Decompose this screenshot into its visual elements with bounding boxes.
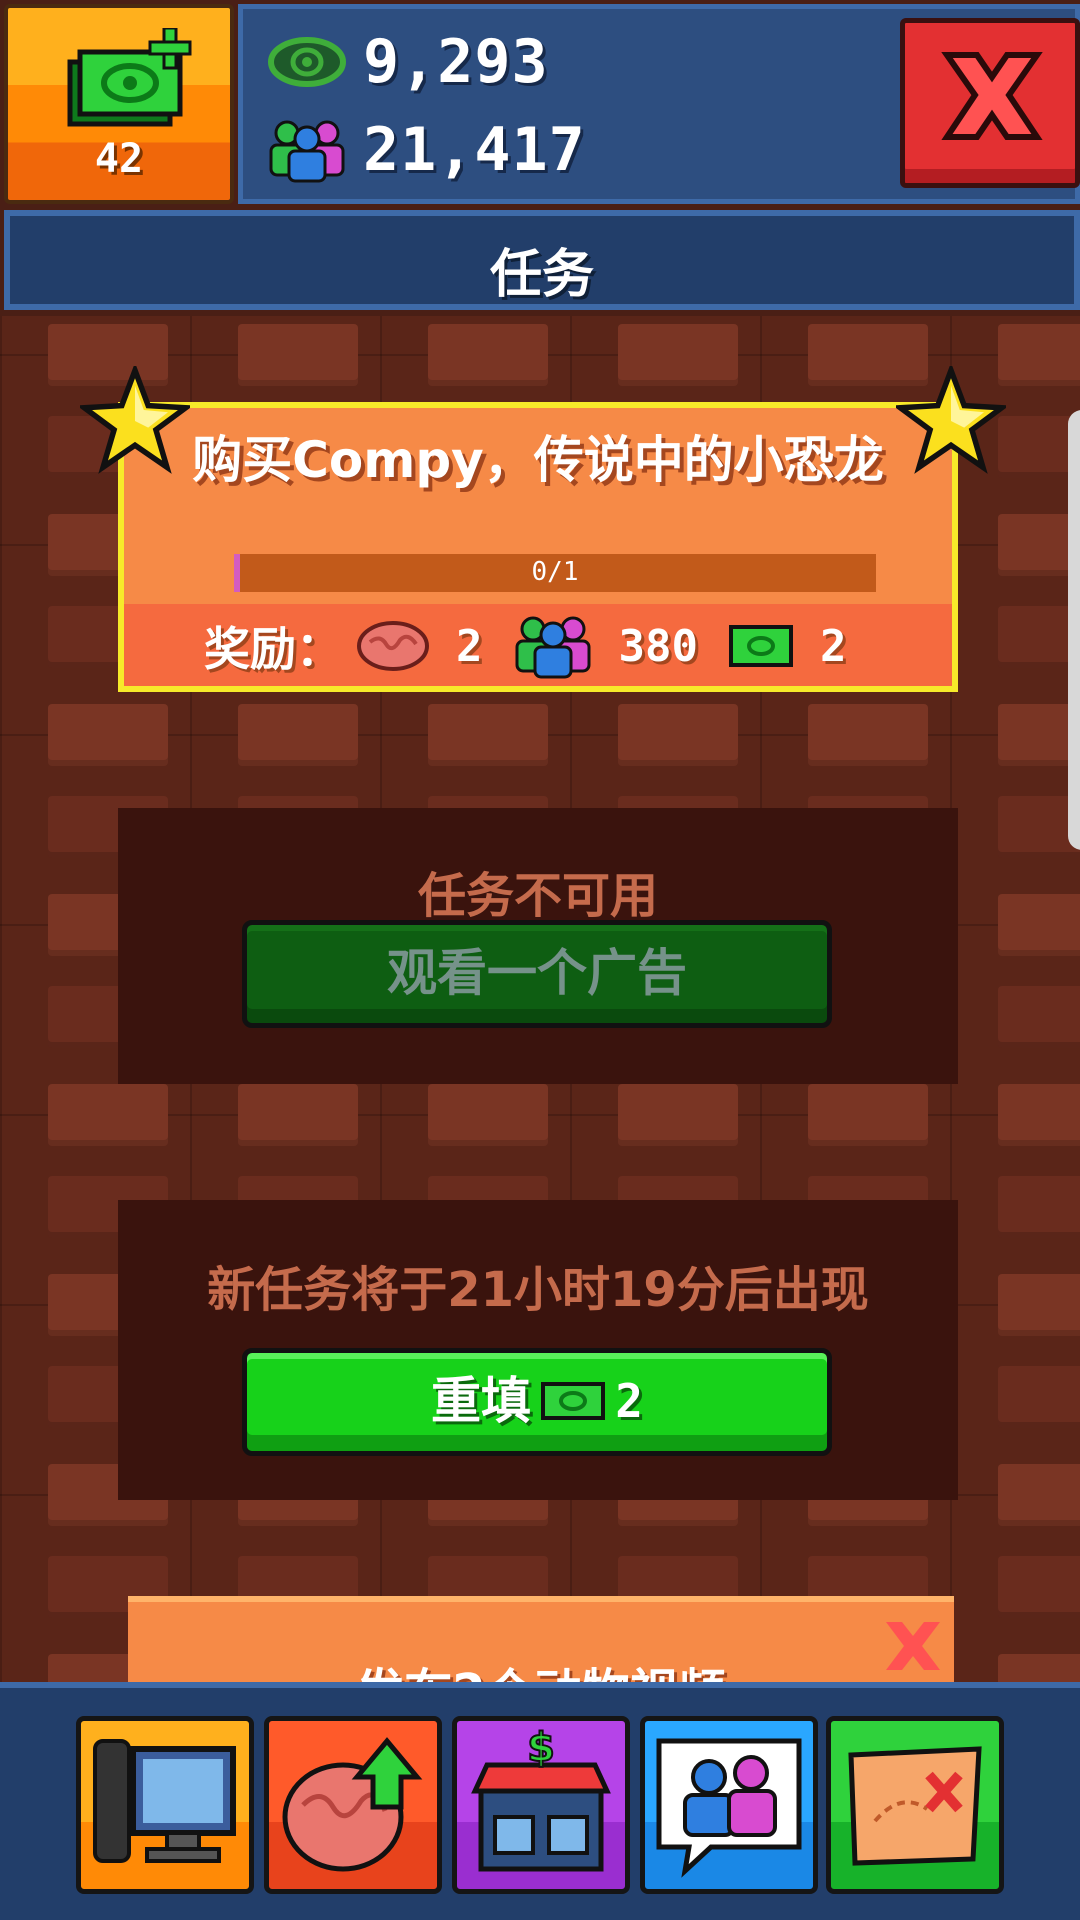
brain-upgrade-icon — [282, 1737, 423, 1872]
background-brick — [998, 1366, 1080, 1428]
background-brick — [428, 324, 548, 386]
nav-upgrades-button[interactable] — [264, 1716, 442, 1894]
background-brick — [48, 704, 168, 766]
cash-icon — [728, 625, 793, 667]
star-icon-right — [896, 366, 1006, 474]
ad-panel: 任务不可用 观看一个广告 — [118, 808, 958, 1084]
background-brick — [998, 1274, 1080, 1336]
background-brick — [238, 1084, 358, 1146]
reward-row: 奖励： 2 380 2 — [204, 614, 876, 679]
followers-icon — [515, 616, 590, 679]
views-count: 9,293 — [363, 27, 549, 97]
refill-cost: 2 — [615, 1374, 643, 1428]
background-brick — [998, 1084, 1080, 1146]
background-brick — [998, 1556, 1080, 1618]
followers-row: 21,417 — [267, 115, 586, 185]
background-brick — [428, 704, 548, 766]
background-brick — [618, 324, 738, 386]
treasure-map-icon — [848, 1746, 982, 1866]
eye-icon — [268, 37, 346, 87]
brain-icon — [357, 621, 429, 671]
refill-button[interactable]: 重填 2 — [242, 1348, 832, 1456]
refill-panel: 新任务将于21小时19分后出现 重填 2 — [118, 1200, 958, 1500]
cash-count: 42 — [94, 136, 144, 182]
background-brick — [998, 324, 1080, 386]
refill-label: 重填 — [431, 1372, 532, 1430]
background-brick — [618, 704, 738, 766]
background-brick — [998, 1176, 1080, 1238]
next-quest-timer-text: 新任务将于21小时19分后出现 — [207, 1262, 869, 1318]
reward-cash-value: 2 — [819, 620, 847, 672]
close-icon — [941, 52, 1043, 140]
quest-unavailable-text: 任务不可用 — [417, 868, 658, 924]
star-icon-left — [80, 366, 190, 474]
nav-studio-button[interactable] — [76, 1716, 254, 1894]
side-scroll-handle[interactable] — [1068, 410, 1080, 850]
quest-progress-text: 0/1 — [531, 557, 579, 587]
background-brick — [998, 1464, 1080, 1526]
cash-icon — [541, 1382, 606, 1420]
cash-box[interactable]: 42 — [4, 4, 234, 204]
computer-icon — [93, 1739, 236, 1863]
reward-label: 奖励： — [204, 622, 342, 676]
background-brick — [238, 324, 358, 386]
bottom-nav: $ — [0, 1682, 1080, 1920]
background-brick — [238, 704, 358, 766]
shop-icon: $ — [471, 1724, 611, 1872]
quest-title: 购买Compy，传说中的小恐龙 — [192, 431, 884, 489]
watch-ad-button[interactable]: 观看一个广告 — [242, 920, 832, 1028]
background-brick — [48, 1084, 168, 1146]
background-brick — [998, 986, 1080, 1048]
svg-text:$: $ — [527, 1725, 555, 1771]
followers-icon — [269, 120, 345, 183]
background-brick — [428, 1084, 548, 1146]
followers-count: 21,417 — [363, 115, 586, 185]
watch-ad-label: 观看一个广告 — [387, 944, 687, 1002]
title-bar: 任务 — [4, 210, 1080, 310]
cash-icon — [67, 28, 192, 127]
background-brick — [618, 1084, 738, 1146]
background-brick — [998, 894, 1080, 956]
quest-card[interactable]: 购买Compy，传说中的小恐龙 0/1 奖励： 2 380 2 — [118, 402, 958, 692]
nav-social-button[interactable] — [640, 1716, 818, 1894]
background-brick — [808, 1084, 928, 1146]
reward-brain-value: 2 — [456, 620, 483, 672]
page-title: 任务 — [489, 245, 594, 305]
close-icon[interactable] — [880, 1616, 946, 1676]
reward-followers-value: 380 — [618, 620, 698, 672]
background-brick — [808, 704, 928, 766]
views-row: 9,293 — [267, 27, 549, 97]
quest-progress-bar: 0/1 — [234, 554, 876, 592]
nav-quests-button[interactable] — [826, 1716, 1004, 1894]
people-chat-icon — [656, 1738, 802, 1878]
close-button[interactable] — [900, 18, 1080, 188]
nav-shop-button[interactable]: $ — [452, 1716, 630, 1894]
